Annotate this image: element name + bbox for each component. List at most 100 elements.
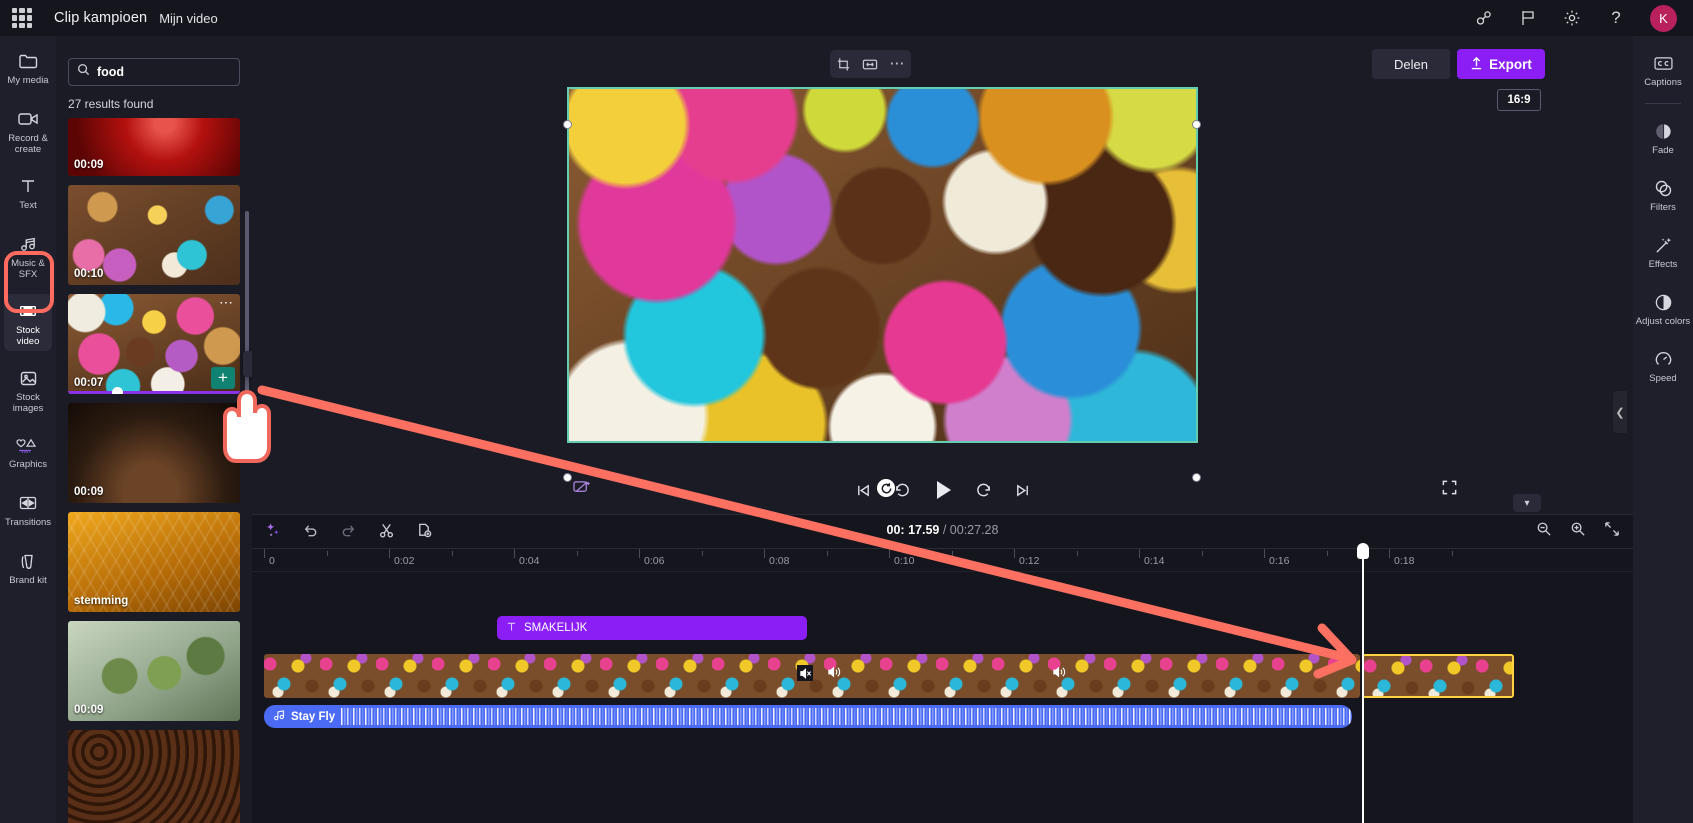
- sidebar-item-text[interactable]: Text: [0, 169, 56, 217]
- sidebar-item-my-media[interactable]: My media: [0, 44, 56, 92]
- fit-timeline-icon[interactable]: [1603, 520, 1621, 538]
- auto-caption-icon[interactable]: [572, 479, 592, 501]
- ruler-tick-minor: [826, 551, 828, 556]
- avatar[interactable]: K: [1650, 4, 1677, 32]
- stock-thumbnail[interactable]: 00:09: [68, 403, 240, 503]
- sidebar-item-label: Adjust colors: [1635, 316, 1691, 327]
- undo-icon[interactable]: [300, 520, 320, 540]
- skip-start-icon[interactable]: [855, 483, 872, 498]
- sidebar-item-record-create[interactable]: Record & create: [0, 102, 56, 159]
- audio-clip[interactable]: Stay Fly: [264, 705, 1352, 728]
- fullscreen-icon[interactable]: [1441, 479, 1458, 501]
- sidebar-item-fade[interactable]: Fade: [1633, 114, 1693, 163]
- ruler-tick-minor: [1326, 551, 1328, 556]
- selection-handle-top-left[interactable]: [563, 120, 572, 129]
- settings-gear-icon[interactable]: [1562, 8, 1582, 28]
- share-button[interactable]: Delen: [1372, 49, 1450, 79]
- search-box[interactable]: [68, 58, 271, 86]
- right-sidebar: Captions Fade Filters Effects Adjust col…: [1633, 36, 1693, 823]
- sidebar-item-filters[interactable]: Filters: [1633, 171, 1693, 220]
- play-icon[interactable]: [933, 479, 953, 501]
- aspect-ratio-badge[interactable]: 16:9: [1497, 89, 1541, 111]
- integrations-icon[interactable]: [1474, 8, 1494, 28]
- zoom-in-icon[interactable]: [1569, 520, 1587, 538]
- timeline-zoom-controls: [1535, 520, 1621, 538]
- ruler-tick-minor: [1076, 551, 1078, 556]
- sidebar-item-graphics[interactable]: van Graphics: [0, 428, 56, 476]
- sidebar-item-effects[interactable]: Effects: [1633, 228, 1693, 277]
- sidebar-item-music-sfx[interactable]: Music & SFX: [0, 227, 56, 284]
- search-input[interactable]: [97, 65, 271, 79]
- panel-scrollbar[interactable]: [245, 211, 249, 411]
- video-clip-2-selected[interactable]: [1362, 654, 1514, 698]
- folder-icon: [18, 50, 39, 72]
- export-label: Export: [1489, 56, 1532, 72]
- video-preview-frame-content: [569, 89, 1196, 441]
- skip-end-icon[interactable]: [1014, 483, 1031, 498]
- volume-icon-2[interactable]: [1052, 665, 1066, 684]
- redo-icon[interactable]: [338, 520, 358, 540]
- collapse-right-panel-chevron-left-icon[interactable]: ❮: [1613, 391, 1627, 433]
- mute-icon[interactable]: [797, 665, 813, 681]
- sidebar-item-brand-kit[interactable]: Brand kit: [0, 544, 56, 592]
- flag-feedback-icon[interactable]: [1518, 8, 1538, 28]
- ruler-tick-minor: [451, 551, 453, 556]
- text-clip[interactable]: SMAKELIJK: [497, 616, 807, 640]
- sidebar-item-label: Music & SFX: [11, 258, 45, 280]
- sidebar-item-captions[interactable]: Captions: [1633, 46, 1693, 95]
- timecode-display: 00: 17.59 / 00:27.28: [887, 523, 999, 537]
- duplicate-icon[interactable]: [414, 520, 434, 540]
- shapes-icon: van: [15, 434, 41, 456]
- thumbnail-progress-bar[interactable]: [68, 391, 240, 394]
- volume-icon-1[interactable]: [827, 665, 841, 684]
- video-preview[interactable]: [567, 87, 1198, 443]
- timeline-tracks: SMAKELIJK Stay Fly: [252, 572, 1633, 822]
- ai-sparkle-icon[interactable]: [262, 520, 282, 540]
- sidebar-item-label: My media: [7, 75, 49, 86]
- stock-thumbnail[interactable]: 00:09: [68, 621, 240, 721]
- more-options-icon[interactable]: ⋯: [889, 56, 905, 71]
- sidebar-item-transitions[interactable]: Transitions: [0, 486, 56, 534]
- zoom-out-icon[interactable]: [1535, 520, 1553, 538]
- sidebar-item-label: Effects: [1648, 259, 1678, 270]
- filters-icon: [1654, 178, 1673, 198]
- stock-thumbnail-selected[interactable]: ⋯ 00:07 +: [68, 294, 240, 394]
- app-launcher-icon[interactable]: [12, 8, 32, 28]
- collapse-timeline-chevron-down-icon[interactable]: ▾: [1513, 494, 1541, 512]
- ruler-tick-minor: [951, 551, 953, 556]
- stock-thumbnail[interactable]: 00:09: [68, 118, 240, 176]
- sidebar-item-label: Speed: [1649, 373, 1677, 384]
- help-question-icon[interactable]: ?: [1606, 8, 1626, 28]
- stock-thumbnail[interactable]: 00:10: [68, 185, 240, 285]
- plus-icon[interactable]: +: [211, 367, 235, 389]
- search-icon: [77, 63, 90, 81]
- forward-5s-icon[interactable]: [975, 482, 992, 498]
- ruler-label: 0:06: [644, 555, 665, 567]
- stock-thumbnail[interactable]: stemming: [68, 512, 240, 612]
- ruler-label: 0:10: [894, 555, 915, 567]
- current-time: 00: 17.59: [886, 523, 940, 537]
- playhead[interactable]: [1357, 543, 1369, 823]
- sidebar-item-adjust-colors[interactable]: Adjust colors: [1633, 285, 1693, 334]
- stock-thumbnail[interactable]: [68, 730, 240, 823]
- sidebar-item-stock-video[interactable]: Stock video: [4, 294, 52, 351]
- thumbnail-duration: 00:07: [74, 377, 104, 389]
- split-scissors-icon[interactable]: [376, 520, 396, 540]
- selection-handle-top-right[interactable]: [1192, 120, 1201, 129]
- sidebar-item-stock-images[interactable]: Stock images: [0, 361, 56, 418]
- export-button[interactable]: Export: [1457, 49, 1545, 79]
- time-separator: /: [942, 523, 947, 537]
- playhead-handle[interactable]: [1357, 543, 1369, 559]
- sidebar-item-label: Graphics: [8, 459, 47, 470]
- resize-fit-icon[interactable]: [862, 58, 878, 71]
- timeline-ruler[interactable]: 0 0:02 0:04 0:06 0:08 0:10 0:12 0:14 0:16 0:18: [252, 548, 1633, 572]
- preview-stage: ⋯ Delen Export 16:9 ❮ ▾: [252, 36, 1633, 514]
- ellipsis-icon[interactable]: ⋯: [219, 295, 234, 309]
- sidebar-item-speed[interactable]: Speed: [1633, 342, 1693, 391]
- rewind-5s-icon[interactable]: [894, 482, 911, 498]
- crop-icon[interactable]: [836, 57, 851, 72]
- project-title[interactable]: Mijn video: [159, 11, 218, 26]
- ruler-tick: [764, 549, 765, 558]
- header-actions: ? K: [1474, 4, 1693, 32]
- thumbnail-scrubber-handle[interactable]: [112, 387, 123, 394]
